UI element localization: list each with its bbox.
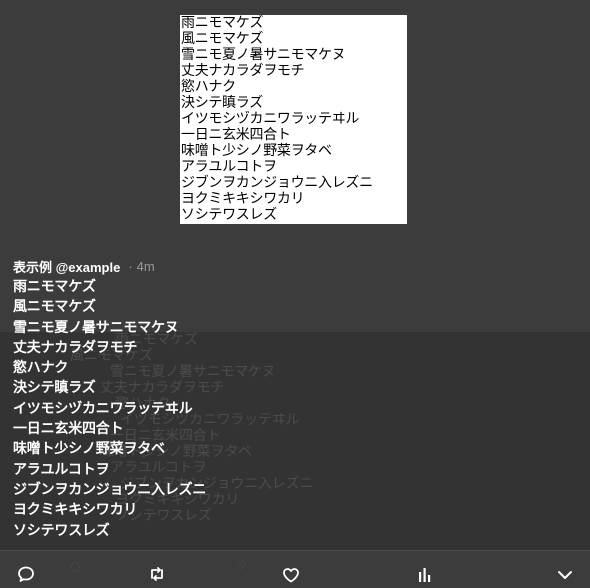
tweet-header: 表示例 @example · 4m bbox=[13, 257, 155, 275]
poem-line: ヨクミキキシワカリ bbox=[181, 191, 305, 207]
tweet-line: 決シテ瞋ラズ bbox=[13, 380, 96, 397]
ghost-icons: ◌ ♡ bbox=[60, 557, 340, 581]
poem-line: 慾ハナク bbox=[181, 79, 236, 95]
poem-line: 風ニモマケズ bbox=[181, 31, 264, 47]
screen: 雨ニモマケズ 風ニモマケズ 雪ニモ夏ノ暑サニモマケヌ 丈夫ナカラダヲモチ 慾ハナ… bbox=[0, 0, 590, 588]
timestamp[interactable]: 4m bbox=[137, 259, 155, 274]
tweet-line: 慾ハナク bbox=[13, 360, 69, 377]
poem-line: 味噌ト少シノ野菜ヲタベ bbox=[181, 143, 332, 159]
tweet-line: ソシテワスレズ bbox=[13, 522, 110, 539]
author-name[interactable]: 表示例 @example bbox=[13, 257, 120, 276]
chevron-down-icon[interactable] bbox=[556, 566, 578, 588]
reply-icon[interactable] bbox=[17, 565, 39, 587]
poem-line: アラユルコトヲ bbox=[181, 159, 277, 175]
separator: · bbox=[128, 258, 133, 274]
poem-line: 雪ニモ夏ノ暑サニモマケヌ bbox=[181, 47, 346, 63]
tweet-line: 雪ニモ夏ノ暑サニモマケヌ bbox=[13, 319, 179, 336]
tweet-line: アラユルコトヲ bbox=[13, 461, 110, 478]
poem-line: イツモシヅカニワラッテヰル bbox=[181, 111, 360, 127]
tweet-line: ヨクミキキシワカリ bbox=[13, 502, 138, 519]
poem-line: 雨ニモマケズ bbox=[181, 15, 264, 31]
analytics-icon[interactable] bbox=[416, 566, 438, 588]
tweet-line: 味噌ト少シノ野菜ヲタベ bbox=[13, 441, 165, 458]
ghost-like-icon: ♡ bbox=[235, 559, 246, 573]
poem-line: ソシテワスレズ bbox=[181, 207, 277, 223]
tweet-line: 一日ニ玄米四合ト bbox=[13, 421, 124, 438]
poem-line: ジブンヲカンジョウニ入レズニ bbox=[181, 175, 373, 191]
tweet-line: ジブンヲカンジョウニ入レズニ bbox=[13, 481, 207, 498]
poem-line: 一日ニ玄米四合ト bbox=[181, 127, 291, 143]
ghost-reply-icon: ◌ bbox=[70, 559, 81, 573]
poem-line: 丈夫ナカラダヲモチ bbox=[181, 63, 305, 79]
tweet-line: 風ニモマケズ bbox=[13, 299, 96, 316]
tweet-line: 丈夫ナカラダヲモチ bbox=[13, 339, 138, 356]
poem-line: 決シテ瞋ラズ bbox=[181, 95, 263, 111]
tweet-text: 雨ニモマケズ 風ニモマケズ 雪ニモ夏ノ暑サニモマケヌ 丈夫ナカラダヲモチ 慾ハナ… bbox=[13, 277, 413, 541]
tweet-line: イツモシヅカニワラッテヰル bbox=[13, 400, 193, 417]
tweet-line: 雨ニモマケズ bbox=[13, 279, 96, 295]
tweet-image[interactable]: 雨ニモマケズ 風ニモマケズ 雪ニモ夏ノ暑サニモマケヌ 丈夫ナカラダヲモチ 慾ハナ… bbox=[180, 15, 407, 224]
